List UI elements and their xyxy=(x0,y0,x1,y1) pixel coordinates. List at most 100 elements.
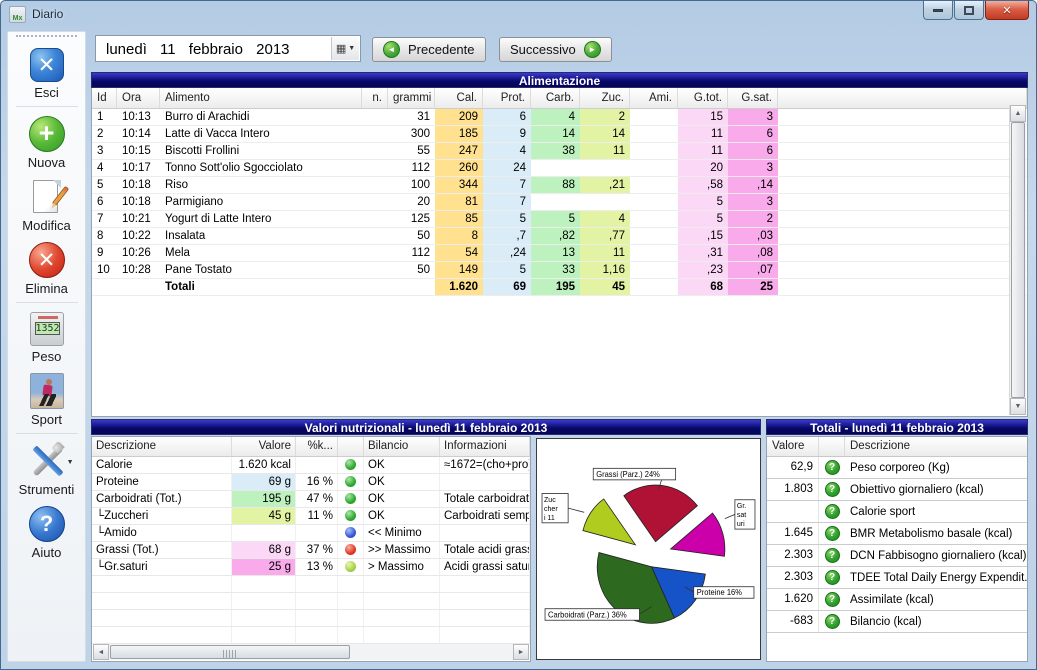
sidebar-button-elimina[interactable]: ✕ Elimina xyxy=(11,236,83,299)
maximize-button[interactable] xyxy=(954,1,984,20)
total-row[interactable]: 2.303? TDEE Total Daily Energy Expendit..… xyxy=(767,567,1027,589)
table-cell: Yogurt di Latte Intero xyxy=(165,213,272,225)
sidebar-button-nuova[interactable]: + Nuova xyxy=(11,110,83,173)
column-header[interactable]: G.tot. xyxy=(678,88,728,108)
nutrient-row[interactable]: Grassi (Tot.) 68 g 37 % >> Massimo Totale ac… xyxy=(92,542,530,559)
empty-cell xyxy=(296,576,338,592)
table-cell: 2 xyxy=(580,109,630,125)
sidebar-button-peso[interactable]: 1352 Peso xyxy=(11,306,83,367)
nutrient-row[interactable]: └Zuccheri45 g11 % OKCarboidrati semplici xyxy=(92,508,530,525)
table-cell xyxy=(362,126,388,142)
scroll-left-arrow-icon[interactable]: ◄ xyxy=(93,644,109,660)
total-row[interactable]: 62,9? Peso corporeo (Kg) xyxy=(767,457,1027,479)
table-row[interactable]: 4 10:17 Tonno Sott'olio Sgocciolato 112 260 2… xyxy=(92,160,1027,177)
table-row[interactable]: 1 10:13 Burro di Arachidi 31 209 6 4 2 15 3 xyxy=(92,109,1027,126)
nutrient-row[interactable]: Calorie1.620 kcal OK≈1672=(cho+pro)*4+(fa… xyxy=(92,457,530,474)
empty-cell xyxy=(440,576,530,592)
column-header[interactable]: Valore xyxy=(232,437,296,456)
table-cell: 50 xyxy=(417,264,430,276)
green-question-circle-icon[interactable]: ? xyxy=(824,504,840,519)
total-row[interactable]: 1.620? Assimilate (kcal) xyxy=(767,589,1027,611)
previous-day-button[interactable]: ◄ Precedente xyxy=(372,37,486,62)
table-cell: 68 xyxy=(678,279,728,295)
question-cell: ? xyxy=(819,614,845,629)
column-header[interactable]: n. xyxy=(362,88,388,108)
sidebar-button-aiuto[interactable]: ? Aiuto xyxy=(11,500,83,563)
horizontal-scrollbar[interactable]: ◄ ► xyxy=(93,644,529,660)
scroll-up-arrow-icon[interactable]: ▲ xyxy=(1010,105,1026,122)
column-header[interactable]: grammi xyxy=(388,88,435,108)
column-header[interactable]: Alimento xyxy=(160,88,362,108)
total-row[interactable]: -683? Bilancio (kcal) xyxy=(767,611,1027,633)
minimize-button[interactable] xyxy=(923,1,953,20)
table-row[interactable]: 5 10:18 Riso 100 344 7 88,21 ,58,14 xyxy=(92,177,1027,194)
green-question-circle-icon[interactable]: ? xyxy=(824,548,840,563)
column-header[interactable]: Prot. xyxy=(483,88,531,108)
total-row[interactable]: ? Calorie sport xyxy=(767,501,1027,523)
table-cell: 3 xyxy=(97,145,104,157)
date-picker[interactable]: lunedì 11 febbraio 2013 ▦ ▼ xyxy=(95,35,361,62)
green-plus-circle-icon: + xyxy=(28,116,65,152)
green-question-circle-icon[interactable]: ? xyxy=(824,482,840,497)
valori-table: Descrizione Valore %k... Bilancio Informazio… xyxy=(91,436,531,662)
empty-cell xyxy=(338,576,364,592)
sidebar-button-esci[interactable]: ✕ Esci xyxy=(11,42,83,103)
column-header[interactable]: Valore xyxy=(767,437,819,456)
total-row[interactable]: 1.803? Obiettivo giornaliero (kcal) xyxy=(767,479,1027,501)
sidebar-button-label: Aiuto xyxy=(31,545,62,560)
column-header[interactable]: Informazioni xyxy=(440,437,530,456)
hscrollbar-thumb[interactable] xyxy=(110,645,350,659)
green-question-circle-icon[interactable]: ? xyxy=(824,614,840,629)
green-question-circle-icon[interactable]: ? xyxy=(824,460,840,475)
total-row[interactable]: 2.303? DCN Fabbisogno giornaliero (kcal) xyxy=(767,545,1027,567)
nutrient-row[interactable]: └Gr.saturi 25 g 13 % > Massimo Acidi grassi … xyxy=(92,559,530,576)
column-header[interactable]: Cal. xyxy=(435,88,483,108)
column-header[interactable]: %k... xyxy=(296,437,338,456)
column-header[interactable]: Carb. xyxy=(531,88,580,108)
green-question-circle-icon[interactable]: ? xyxy=(824,592,840,607)
green-question-circle-icon[interactable]: ? xyxy=(824,526,840,541)
sidebar-button-strumenti[interactable]: ▼ Strumenti xyxy=(11,437,83,500)
date-picker-dropdown-button[interactable]: ▦ ▼ xyxy=(331,37,359,60)
table-cell-filler xyxy=(778,177,1027,193)
totals-row[interactable]: Totali 1.620 69 195 45 68 25 xyxy=(92,279,1027,296)
question-cell: ? xyxy=(819,570,845,585)
column-header[interactable]: Ora xyxy=(117,88,160,108)
table-row[interactable]: 7 10:21 Yogurt di Latte Intero 125 85 5 5 4 5 2 xyxy=(92,211,1027,228)
scroll-right-arrow-icon[interactable]: ► xyxy=(513,644,529,660)
close-button[interactable]: ✕ xyxy=(985,1,1029,20)
nutrient-row[interactable]: Carboidrati (Tot.) 195 g 47 % OK Totale carb… xyxy=(92,491,530,508)
column-header[interactable]: G.sat. xyxy=(728,88,778,108)
table-row[interactable]: 8 10:22 Insalata 50 8,7,82,77,15,03 xyxy=(92,228,1027,245)
column-header[interactable]: Id xyxy=(92,88,117,108)
table-cell xyxy=(630,109,678,125)
sidebar-button-sport[interactable]: Sport xyxy=(11,367,83,430)
column-header[interactable]: Bilancio xyxy=(364,437,440,456)
column-header[interactable]: Descrizione xyxy=(92,437,232,456)
table-row[interactable]: 10 10:28 Pane Tostato 50 149 5 33 1,16 ,23,07 xyxy=(92,262,1027,279)
column-header[interactable]: Zuc. xyxy=(580,88,630,108)
column-header[interactable]: Ami. xyxy=(630,88,678,108)
x-glyph: ✕ xyxy=(37,248,56,272)
next-day-button[interactable]: Successivo ► xyxy=(499,37,612,62)
table-row[interactable]: 3 10:15 Biscotti Frollini 55 247 4 38 11 11 6 xyxy=(92,143,1027,160)
status-dot-cell xyxy=(338,457,364,473)
green-question-circle-icon[interactable]: ? xyxy=(824,570,840,585)
table-row[interactable]: 6 10:18 Parmigiano 20 81 7 5 3 xyxy=(92,194,1027,211)
table-row[interactable]: 9 10:26 Mela 112 54,24 13 11 ,31,08 xyxy=(92,245,1027,262)
column-header[interactable]: Descrizione xyxy=(845,437,1027,456)
nutrient-pct xyxy=(296,457,338,473)
toolbar-grip[interactable] xyxy=(16,35,77,40)
titlebar[interactable]: Mx Diario ✕ xyxy=(1,1,1036,28)
nutrient-row[interactable]: Proteine 69 g 16 % OK xyxy=(92,474,530,491)
table-cell-filler xyxy=(778,126,1027,142)
vertical-scrollbar[interactable]: ▲ ▼ xyxy=(1009,105,1026,415)
scroll-down-arrow-icon[interactable]: ▼ xyxy=(1010,398,1026,415)
total-row[interactable]: 1.645? BMR Metabolismo basale (kcal) xyxy=(767,523,1027,545)
sidebar-button-modifica[interactable]: Modifica xyxy=(11,173,83,236)
column-header[interactable] xyxy=(338,437,364,456)
table-row[interactable]: 2 10:14 Latte di Vacca Intero 300 185 9 14 14 11… xyxy=(92,126,1027,143)
scrollbar-thumb[interactable] xyxy=(1011,122,1025,398)
empty-cell xyxy=(232,627,296,643)
nutrient-row[interactable]: └Amido << Minimo xyxy=(92,525,530,542)
